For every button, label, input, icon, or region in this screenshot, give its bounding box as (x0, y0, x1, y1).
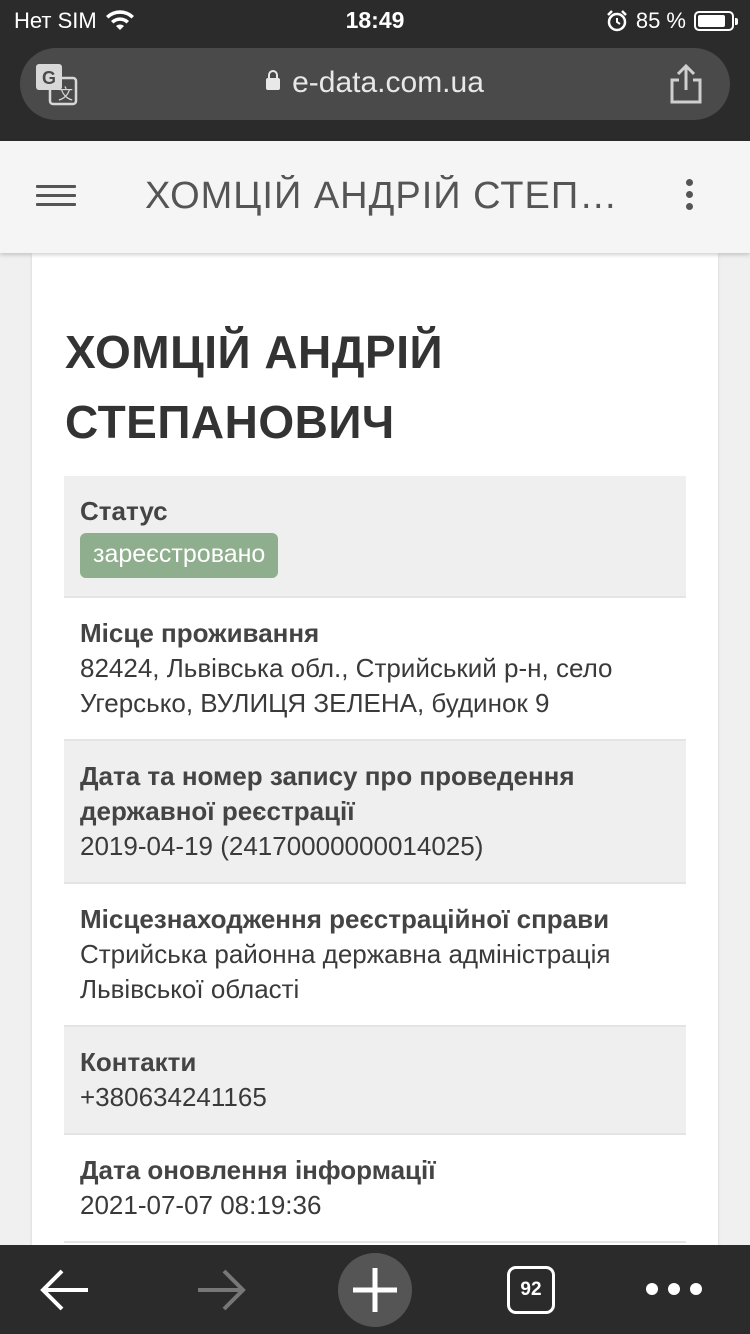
menu-line (36, 194, 76, 197)
detail-value: Стрийська районна державна адміністрація… (80, 939, 611, 1004)
detail-label: Місцезнаходження реєстраційної справи (80, 904, 610, 934)
more-options-icon[interactable] (682, 179, 696, 219)
url-label: e-data.com.ua (292, 66, 484, 99)
status-bar: Нет SIM 18:49 85 % (0, 0, 750, 40)
detail-row-address: Місце проживання 82424, Львівська обл., … (64, 598, 686, 741)
share-icon[interactable] (666, 62, 706, 106)
hamburger-menu-icon[interactable] (36, 179, 76, 213)
dot (685, 203, 693, 210)
detail-value: +380634241165 (80, 1082, 267, 1112)
detail-row-case-location: Місцезнаходження реєстраційної справи Ст… (64, 884, 686, 1027)
detail-label: Статус (80, 496, 168, 526)
tabs-counter-button[interactable]: 92 (507, 1266, 555, 1314)
url-text[interactable]: e-data.com.ua (20, 66, 730, 100)
detail-label: Дата та номер запису про проведення держ… (80, 761, 575, 826)
browser-toolbar: 92 (0, 1245, 750, 1334)
alarm-icon (606, 10, 627, 32)
page-title: ХОМЦІЙ АНДРІЙ СТЕПАНОВИЧ (145, 175, 625, 217)
dot (690, 1283, 702, 1295)
status-badge: зареєстровано (80, 533, 279, 578)
person-name: ХОМЦІЙ АНДРІЙ СТЕПАНОВИЧ (65, 326, 444, 448)
detail-row-updated: Дата оновлення інформації 2021-07-07 08:… (64, 1135, 686, 1243)
dot (685, 191, 693, 198)
detail-label: Дата оновлення інформації (80, 1155, 436, 1185)
detail-value: 2021-07-07 08:19:36 (80, 1190, 322, 1220)
detail-value: 2019-04-19 (24170000000014025) (80, 831, 484, 861)
detail-row-status: Статус зареєстровано (64, 476, 686, 598)
browser-chrome: Нет SIM 18:49 85 % G 文 e-data.com.ua (0, 0, 750, 141)
dot (668, 1283, 680, 1295)
battery-icon (694, 11, 738, 31)
dot (646, 1283, 658, 1295)
menu-line (36, 185, 76, 188)
detail-row-contacts: Контакти +380634241165 (64, 1027, 686, 1135)
forward-arrow-icon[interactable] (194, 1267, 248, 1313)
detail-row-registration: Дата та номер запису про проведення держ… (64, 741, 686, 884)
new-tab-button[interactable] (338, 1253, 412, 1327)
browser-menu-icon[interactable] (646, 1283, 702, 1295)
address-bar[interactable]: G 文 e-data.com.ua (20, 48, 730, 120)
detail-label: Контакти (80, 1047, 197, 1077)
battery-fill (698, 15, 726, 27)
plus-icon (353, 1268, 397, 1312)
lock-icon (266, 70, 281, 90)
detail-label: Місце проживання (80, 618, 320, 648)
details-list: Статус зареєстровано Місце проживання 82… (64, 476, 686, 1243)
status-right: 85 % (606, 8, 738, 34)
battery-percent: 85 % (635, 8, 686, 33)
back-arrow-icon[interactable] (38, 1267, 92, 1313)
dot (685, 179, 693, 186)
content-card: ХОМЦІЙ АНДРІЙ СТЕПАНОВИЧ Статус зареєстр… (32, 253, 718, 1253)
app-header: ХОМЦІЙ АНДРІЙ СТЕПАНОВИЧ (0, 141, 750, 253)
menu-line (36, 203, 76, 206)
detail-value: 82424, Львівська обл., Стрийський р-н, с… (80, 653, 613, 718)
